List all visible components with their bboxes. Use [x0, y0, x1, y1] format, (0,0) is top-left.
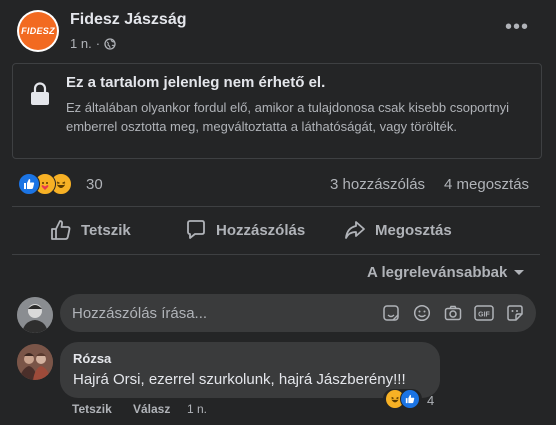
- lock-icon: [31, 82, 49, 105]
- like-button[interactable]: Tetszik: [50, 212, 131, 248]
- thumbs-up-icon: [51, 220, 71, 240]
- comment-text: Hajrá Orsi, ezerrel szurkolunk, hajrá Já…: [73, 371, 406, 388]
- chevron-down-icon: [514, 269, 525, 275]
- comment-bubble: [60, 342, 440, 398]
- unavailable-title: Ez a tartalom jelenleg nem érhető el.: [66, 74, 326, 91]
- like-reaction-icon: [400, 389, 420, 409]
- more-options-button[interactable]: •••: [505, 16, 529, 39]
- comment-input-placeholder: Hozzászólás írása...: [72, 305, 208, 322]
- page-avatar[interactable]: FIDESZ: [17, 10, 59, 52]
- sticker-icon[interactable]: [381, 303, 401, 323]
- fidesz-logo: FIDESZ: [19, 12, 57, 50]
- comments-count-link[interactable]: 3 hozzászólás: [330, 176, 425, 193]
- comment-reactions[interactable]: [383, 389, 422, 409]
- post-time[interactable]: 1 n.: [70, 36, 92, 51]
- divider: [12, 206, 540, 207]
- share-icon: [345, 221, 365, 239]
- comment-reply-button[interactable]: Válasz: [133, 402, 170, 416]
- reaction-count[interactable]: 30: [86, 176, 103, 193]
- svg-text:GIF: GIF: [478, 312, 490, 319]
- camera-icon[interactable]: [443, 303, 463, 323]
- share-button[interactable]: Megosztás: [344, 212, 452, 248]
- reaction-icons[interactable]: [18, 173, 80, 195]
- page-name[interactable]: Fidesz Jászság: [70, 11, 187, 29]
- post-meta: 1 n. ·: [70, 36, 116, 51]
- comment-time[interactable]: 1 n.: [187, 402, 207, 416]
- divider: [12, 254, 540, 255]
- comment-like-button[interactable]: Tetszik: [72, 402, 112, 416]
- comment-reaction-count[interactable]: 4: [427, 393, 434, 408]
- comment-button[interactable]: Hozzászólás: [185, 212, 305, 248]
- comment-sort-dropdown[interactable]: A legrelevánsabbak: [367, 264, 525, 281]
- sticker-smile-icon[interactable]: [505, 303, 525, 323]
- like-reaction-icon: [18, 173, 40, 195]
- gif-icon[interactable]: GIF: [474, 303, 494, 323]
- my-avatar[interactable]: [17, 297, 53, 333]
- emoji-icon[interactable]: [412, 303, 432, 323]
- profile-photo: [17, 297, 53, 333]
- comment-author[interactable]: Rózsa: [73, 351, 111, 366]
- shares-count-link[interactable]: 4 megosztás: [444, 176, 529, 193]
- comment-icon: [187, 220, 205, 239]
- unavailable-description: Ez általában olyankor fordul elő, amikor…: [66, 100, 509, 134]
- globe-icon: [104, 37, 116, 50]
- commenter-photo: [17, 344, 53, 380]
- commenter-avatar[interactable]: [17, 344, 53, 380]
